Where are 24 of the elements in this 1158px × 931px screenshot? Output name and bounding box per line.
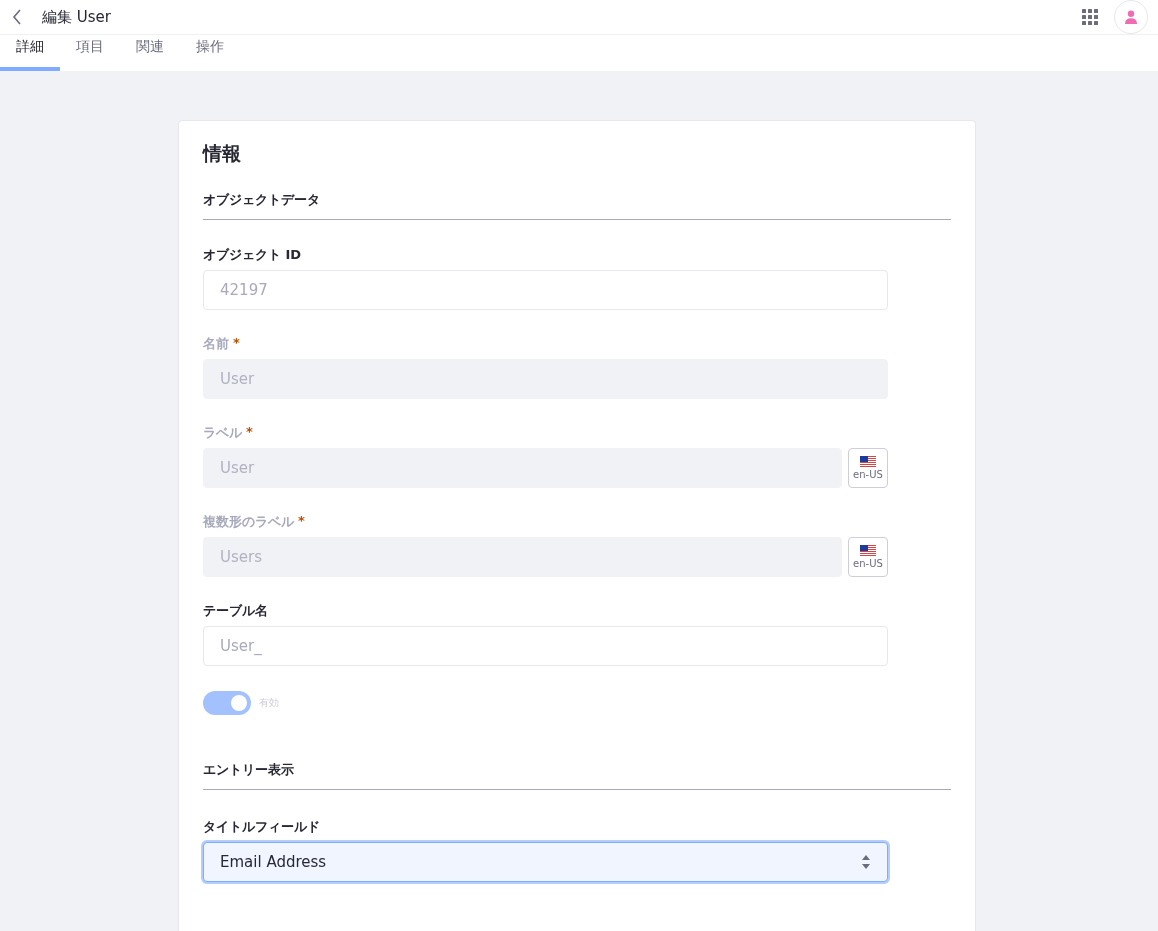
field-label: オブジェクト ID: [203, 246, 302, 264]
field-label: テーブル名: [203, 602, 268, 620]
user-avatar-icon[interactable]: [1114, 0, 1148, 34]
tab[interactable]: 関連: [120, 35, 180, 71]
card-heading: 情報: [203, 141, 242, 166]
field-label: 名前: [203, 335, 229, 353]
required-mark: *: [246, 424, 253, 439]
required-mark: *: [233, 335, 240, 350]
page-title: 編集 User: [42, 7, 111, 27]
tab[interactable]: 項目: [60, 35, 120, 71]
section-title: オブジェクトデータ: [203, 191, 321, 209]
tab[interactable]: 詳細: [0, 35, 60, 71]
required-mark: *: [298, 513, 305, 528]
section-title: エントリー表示: [203, 761, 295, 779]
back-icon[interactable]: [12, 9, 24, 25]
flag-icon: [860, 456, 876, 467]
tab[interactable]: 操作: [180, 35, 240, 71]
field-label: 複数形のラベル: [203, 513, 294, 531]
apps-grid-icon[interactable]: [1082, 9, 1098, 25]
field-label: ラベル: [203, 424, 242, 442]
flag-icon: [860, 545, 876, 556]
field-label: タイトルフィールド: [203, 818, 320, 836]
select-field[interactable]: Email Address: [203, 842, 888, 882]
sort-caret-icon: [861, 854, 871, 870]
